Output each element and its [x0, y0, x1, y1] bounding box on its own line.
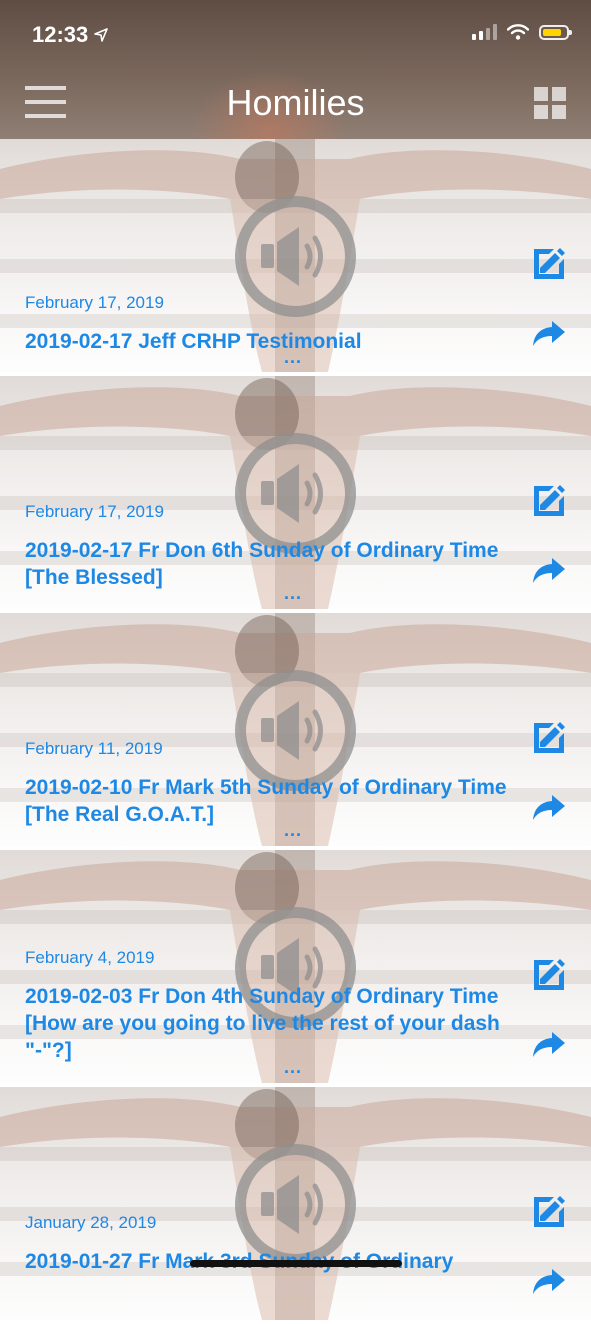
edit-icon[interactable] — [532, 958, 566, 992]
item-title[interactable]: 2019-02-17 Jeff CRHP Testimonial — [25, 328, 515, 355]
home-indicator[interactable] — [190, 1260, 402, 1267]
edit-icon[interactable] — [532, 721, 566, 755]
speaker-icon — [235, 196, 356, 317]
share-icon[interactable] — [532, 1267, 566, 1295]
share-icon[interactable] — [532, 1030, 566, 1058]
item-title[interactable]: 2019-02-17 Fr Don 6th Sunday of Ordinary… — [25, 537, 515, 591]
share-icon[interactable] — [532, 319, 566, 347]
status-time: 12:33 — [32, 22, 109, 48]
item-date: January 28, 2019 — [25, 1213, 157, 1232]
grid-view-button[interactable] — [534, 87, 566, 119]
list-item[interactable]: February 17, 2019 2019-02-17 Jeff CRHP T… — [0, 139, 591, 372]
homily-list: February 17, 2019 2019-02-17 Jeff CRHP T… — [0, 139, 591, 1324]
edit-icon[interactable] — [532, 1195, 566, 1229]
list-item[interactable]: February 4, 2019 2019-02-03 Fr Don 4th S… — [0, 850, 591, 1083]
edit-icon[interactable] — [532, 247, 566, 281]
cellular-signal-icon — [472, 24, 497, 40]
location-arrow-icon — [94, 28, 109, 42]
item-date: February 4, 2019 — [25, 948, 155, 967]
more-dots[interactable]: ... — [284, 1057, 302, 1078]
item-title[interactable]: 2019-02-10 Fr Mark 5th Sunday of Ordinar… — [25, 774, 515, 828]
item-date: February 17, 2019 — [25, 293, 164, 312]
list-item[interactable]: January 28, 2019 2019-01-27 Fr Mark 3rd … — [0, 1087, 591, 1320]
top-bar: 12:33 Homilies — [0, 0, 591, 139]
item-date: February 11, 2019 — [25, 739, 163, 758]
edit-icon[interactable] — [532, 484, 566, 518]
share-icon[interactable] — [532, 556, 566, 584]
grid-view-icon — [534, 87, 548, 101]
status-indicators — [472, 24, 572, 40]
page-title: Homilies — [226, 82, 365, 123]
more-dots[interactable]: ... — [284, 347, 302, 368]
item-title[interactable]: 2019-02-03 Fr Don 4th Sunday of Ordinary… — [25, 983, 515, 1064]
status-time-label: 12:33 — [32, 22, 89, 47]
more-dots[interactable]: ... — [284, 820, 302, 841]
wifi-icon — [507, 24, 529, 40]
list-item[interactable]: February 17, 2019 2019-02-17 Fr Don 6th … — [0, 376, 591, 609]
battery-icon — [539, 24, 572, 40]
share-icon[interactable] — [532, 793, 566, 821]
list-item[interactable]: February 11, 2019 2019-02-10 Fr Mark 5th… — [0, 613, 591, 846]
item-date: February 17, 2019 — [25, 502, 164, 521]
more-dots[interactable]: ... — [284, 583, 302, 604]
